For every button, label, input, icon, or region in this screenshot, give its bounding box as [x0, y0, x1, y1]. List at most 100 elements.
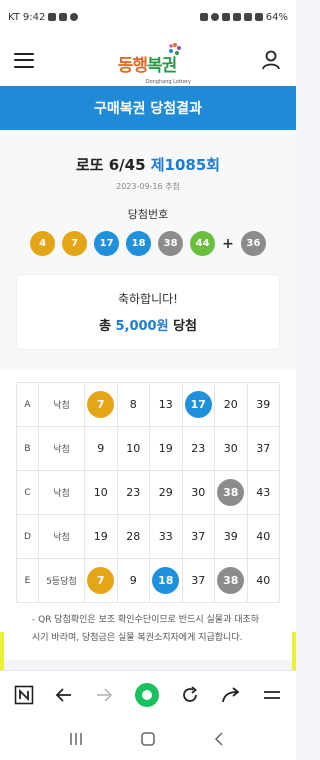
naver-n-icon[interactable]: [14, 685, 34, 705]
row-status: 낙첨: [38, 470, 85, 515]
row-label: A: [16, 382, 39, 427]
row-status: 5등당첨: [38, 558, 85, 603]
winning-ball: 4: [30, 231, 56, 256]
table-row: C 낙첨 10 23 29 30 38 43: [16, 470, 280, 515]
ticket-number: 40: [256, 530, 271, 543]
status-bar: KT 9:42 64%: [0, 0, 296, 34]
ticket-number-matched: 38: [217, 567, 245, 594]
ticket-number: 43: [256, 486, 271, 499]
ticket-number: 37: [256, 442, 271, 455]
winning-ball: 18: [126, 231, 152, 256]
bonus-ball: 36: [240, 231, 266, 256]
logo[interactable]: 동행복권 Donghang Lottery: [118, 42, 191, 85]
ticket-number: 30: [191, 486, 206, 499]
home-icon[interactable]: [139, 730, 157, 748]
status-left: KT 9:42: [8, 11, 79, 23]
bluetooth-icon: [210, 13, 219, 21]
draw-title: 로또 6/45 제1085회: [16, 154, 280, 175]
table-row: A 낙첨 7 8 13 17 20 39: [16, 382, 280, 427]
carrier: KT: [8, 11, 20, 23]
ticket-number: 33: [158, 530, 173, 543]
ticket-number: 39: [223, 530, 238, 543]
status-right: 64%: [199, 11, 288, 23]
cloud-notification-icon: [70, 13, 79, 21]
winning-numbers-label: 당첨번호: [127, 208, 169, 221]
row-label: D: [16, 514, 39, 559]
game-name: 로또 6/45: [75, 156, 146, 174]
mute-icon: [221, 13, 230, 21]
ticket-number-matched: 38: [217, 479, 245, 506]
row-label: B: [16, 426, 39, 471]
draw-date: 2023-09-16 추첨: [116, 182, 180, 191]
prize-card: 축하합니다! 총 5,000원 당첨: [16, 274, 280, 350]
logo-subtitle: Donghang Lottery: [145, 78, 191, 85]
ticket-number: 20: [223, 398, 238, 411]
prize-amount: 5,000원: [115, 319, 169, 334]
ticket-number: 28: [126, 530, 141, 543]
congrats-message: 축하합니다!: [117, 292, 178, 306]
gallery-notification-icon: [48, 13, 57, 21]
table-row: E 5등당첨 7 9 18 37 38 40: [16, 558, 280, 603]
winning-numbers: 4 7 17 18 38 44 + 36: [16, 231, 280, 256]
winning-ball: 44: [190, 231, 216, 256]
prize-suffix: 당첨: [173, 319, 198, 334]
ticket-number: 9: [129, 574, 137, 587]
ticket-number: 9: [97, 442, 105, 455]
draw-round: 제1085회: [150, 156, 221, 174]
winning-ball: 38: [158, 231, 184, 256]
table-row: D 낙첨 19 28 33 37 39 40: [16, 514, 280, 559]
ticket-number-matched: 7: [87, 567, 115, 594]
forward-icon[interactable]: [94, 685, 114, 705]
prize-line: 총 5,000원 당첨: [99, 315, 197, 334]
row-status: 낙첨: [38, 514, 85, 559]
plus-sign: +: [222, 235, 234, 252]
clock: 9:42: [22, 11, 46, 23]
ticket-number: 39: [256, 398, 271, 411]
recents-icon[interactable]: [67, 730, 85, 748]
home-dot-icon[interactable]: [134, 682, 160, 708]
ticket-number-matched: 7: [87, 391, 115, 418]
app-notification-icon: [59, 13, 68, 21]
ticket-number: 19: [93, 530, 108, 543]
ticket-number: 13: [158, 398, 173, 411]
result-area: 로또 6/45 제1085회 2023-09-16 추첨 당첨번호 4 7 17…: [0, 130, 296, 370]
battery-level: 64%: [265, 11, 288, 23]
ticket-number: 10: [126, 442, 141, 455]
ticket-number: 30: [223, 442, 238, 455]
prize-prefix: 총: [98, 319, 111, 334]
row-label: E: [16, 558, 39, 603]
table-row: B 낙첨 9 10 19 23 30 37: [16, 426, 280, 471]
app-header: 동행복권 Donghang Lottery: [0, 34, 296, 86]
back-icon[interactable]: [211, 730, 229, 748]
row-status: 낙첨: [38, 426, 85, 471]
menu-icon[interactable]: [14, 52, 34, 68]
ticket-number: 40: [256, 574, 271, 587]
share-icon[interactable]: [220, 685, 242, 705]
ticket-number: 19: [158, 442, 173, 455]
row-label: C: [16, 470, 39, 515]
volte-icon: [232, 13, 241, 21]
signal-icon: [254, 13, 263, 21]
winning-ball: 7: [62, 231, 88, 256]
ticket-number-matched: 17: [184, 391, 212, 418]
ticket-number: 23: [126, 486, 141, 499]
row-status: 낙첨: [38, 382, 85, 427]
wifi-icon: [243, 13, 252, 21]
page-title: 구매복권 당첨결과: [0, 86, 296, 130]
notice-text: - QR 당첨확인은 보조 확인수단이므로 반드시 실물과 대조하시기 바라며,…: [32, 615, 260, 643]
ticket-number: 29: [158, 486, 173, 499]
ticket-number: 8: [129, 398, 137, 411]
menu-icon[interactable]: [262, 685, 282, 705]
ticket-number-matched: 18: [152, 567, 180, 594]
logo-burst-icon: [169, 42, 182, 55]
ticket-number: 37: [191, 574, 206, 587]
ticket-number: 10: [93, 486, 108, 499]
browser-toolbar: [0, 670, 296, 718]
ticket-area: A 낙첨 7 8 13 17 20 39 B 낙첨 9 10 19 23 30 …: [0, 370, 296, 660]
ticket-number: 37: [191, 530, 206, 543]
ticket-number: 23: [191, 442, 206, 455]
refresh-icon[interactable]: [180, 685, 200, 705]
user-icon[interactable]: [260, 49, 282, 71]
ticket-table: A 낙첨 7 8 13 17 20 39 B 낙첨 9 10 19 23 30 …: [16, 382, 280, 603]
back-icon[interactable]: [54, 685, 74, 705]
